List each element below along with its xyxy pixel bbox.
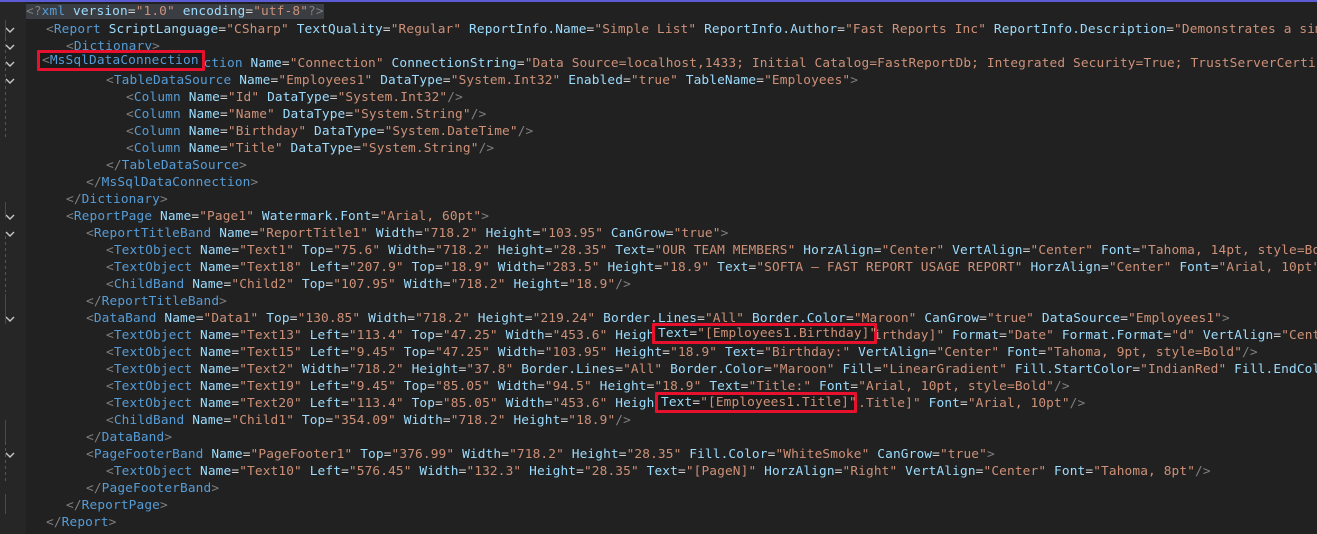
- code-line[interactable]: </Dictionary>: [0, 191, 1317, 208]
- code-line[interactable]: <Dictionary>: [0, 38, 1317, 55]
- code-line[interactable]: <Column Name="Title" DataType="System.St…: [0, 140, 1317, 157]
- code-line[interactable]: </MsSqlDataConnection>: [0, 174, 1317, 191]
- indent-guide: [5, 236, 6, 292]
- code-line[interactable]: <Column Name="Name" DataType="System.Str…: [0, 106, 1317, 123]
- code-line[interactable]: <MsSqlDataConnection Name="Connection" C…: [0, 55, 1317, 72]
- code-line[interactable]: <Report ScriptLanguage="CSharp" TextQual…: [0, 21, 1317, 38]
- code-line[interactable]: </TableDataSource>: [0, 157, 1317, 174]
- indent-guide: [5, 494, 6, 514]
- indent-guide: [5, 38, 6, 138]
- code-line[interactable]: <Column Name="Id" DataType="System.Int32…: [0, 89, 1317, 106]
- indent-guide: [5, 20, 6, 38]
- code-line[interactable]: <ChildBand Name="Child2" Top="107.95" Wi…: [0, 276, 1317, 293]
- code-line[interactable]: </ReportPage>: [0, 497, 1317, 514]
- code-line[interactable]: <TextObject Name="Text20" Left="113.4" T…: [0, 395, 1317, 412]
- indent-guides: [0, 2, 26, 534]
- code-line[interactable]: <TextObject Name="Text18" Left="207.9" T…: [0, 259, 1317, 276]
- xml-code-editor[interactable]: <?xml version="1.0" encoding="utf-8"?> <R…: [0, 0, 1317, 534]
- fold-gutter[interactable]: [0, 2, 26, 534]
- code-line[interactable]: </PageFooterBand>: [0, 480, 1317, 497]
- code-line[interactable]: <ReportTitleBand Name="ReportTitle1" Wid…: [0, 225, 1317, 242]
- code-line[interactable]: <TextObject Name="Text1" Top="75.6" Widt…: [0, 242, 1317, 259]
- code-line[interactable]: <TextObject Name="Text19" Left="9.45" To…: [0, 378, 1317, 395]
- code-line[interactable]: </DataBand>: [0, 429, 1317, 446]
- code-line[interactable]: <TableDataSource Name="Employees1" DataT…: [0, 72, 1317, 89]
- code-line[interactable]: </Report>: [0, 514, 1317, 531]
- code-line[interactable]: <TextObject Name="Text13" Left="113.4" T…: [0, 327, 1317, 344]
- code-line[interactable]: <TextObject Name="Text2" Width="718.2" H…: [0, 361, 1317, 378]
- code-line[interactable]: <Column Name="Birthday" DataType="System…: [0, 123, 1317, 140]
- code-line[interactable]: <ChildBand Name="Child1" Top="354.09" Wi…: [0, 412, 1317, 429]
- indent-guide: [5, 420, 6, 442]
- code-viewport[interactable]: <?xml version="1.0" encoding="utf-8"?> <R…: [0, 2, 1317, 534]
- code-line[interactable]: <ReportPage Name="Page1" Watermark.Font=…: [0, 208, 1317, 225]
- indent-guide: [5, 202, 6, 218]
- code-line[interactable]: <PageFooterBand Name="PageFooter1" Top="…: [0, 446, 1317, 463]
- code-line[interactable]: <DataBand Name="Data1" Top="130.85" Widt…: [0, 310, 1317, 327]
- code-line[interactable]: <TextObject Name="Text10" Left="576.45" …: [0, 463, 1317, 480]
- code-line[interactable]: </ReportTitleBand>: [0, 293, 1317, 310]
- indent-guide: [5, 442, 6, 482]
- code-line[interactable]: <?xml version="1.0" encoding="utf-8"?>: [0, 2, 1317, 21]
- indent-guide: [5, 294, 6, 324]
- code-line[interactable]: <TextObject Name="Text15" Left="9.45" To…: [0, 344, 1317, 361]
